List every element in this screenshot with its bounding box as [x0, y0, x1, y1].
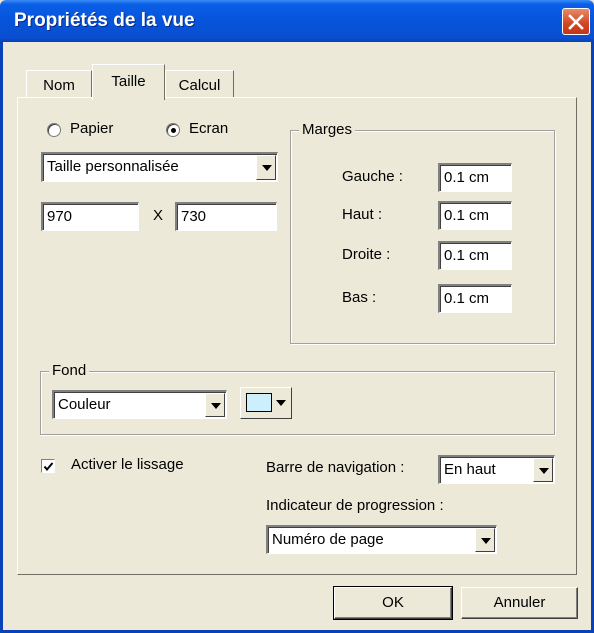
width-value: 970	[47, 208, 73, 225]
checkmark-icon	[43, 462, 54, 472]
margin-right-value: 0.1 cm	[444, 247, 490, 264]
size-preset-value: Taille personnalisée	[47, 158, 179, 175]
progress-dropdown[interactable]: Numéro de page	[266, 525, 497, 554]
margin-left-input[interactable]: 0.1 cm	[438, 163, 512, 192]
progress-value: Numéro de page	[272, 531, 384, 548]
margin-right-label: Droite :	[342, 246, 391, 263]
panel-content: Papier Ecran Taille personnalisée 970 X …	[0, 0, 594, 633]
chevron-down-icon	[276, 400, 286, 406]
margin-bottom-label: Bas :	[342, 289, 377, 306]
height-value: 730	[181, 208, 207, 225]
times-label: X	[153, 207, 164, 224]
background-group-title: Fond	[49, 362, 90, 379]
margins-group-title: Marges	[299, 121, 356, 138]
background-type-value: Couleur	[58, 396, 111, 413]
cancel-button[interactable]: Annuler	[461, 587, 578, 619]
progress-label: Indicateur de progression :	[266, 497, 444, 514]
background-type-dropdown[interactable]: Couleur	[52, 390, 227, 419]
chevron-down-icon[interactable]	[256, 155, 276, 180]
margin-top-value: 0.1 cm	[444, 207, 490, 224]
radio-screen[interactable]	[166, 123, 180, 137]
radio-screen-label: Ecran	[189, 120, 229, 137]
navigation-value: En haut	[444, 461, 496, 478]
navigation-label: Barre de navigation :	[266, 459, 405, 476]
smoothing-checkbox[interactable]	[41, 459, 55, 473]
margin-left-value: 0.1 cm	[444, 169, 490, 186]
margin-bottom-value: 0.1 cm	[444, 290, 490, 307]
height-input[interactable]: 730	[175, 202, 277, 231]
chevron-down-icon[interactable]	[475, 528, 495, 552]
margin-bottom-input[interactable]: 0.1 cm	[438, 284, 512, 313]
margins-group: Marges	[290, 121, 555, 344]
radio-paper-label: Papier	[70, 120, 114, 137]
size-preset-dropdown[interactable]: Taille personnalisée	[41, 152, 278, 182]
color-swatch	[246, 393, 272, 412]
margin-right-input[interactable]: 0.1 cm	[438, 241, 512, 270]
width-input[interactable]: 970	[41, 202, 139, 231]
chevron-down-icon[interactable]	[533, 458, 553, 482]
smoothing-label: Activer le lissage	[71, 456, 184, 473]
radio-paper[interactable]	[47, 123, 61, 137]
margin-left-label: Gauche :	[342, 168, 403, 185]
ok-button[interactable]: OK	[333, 586, 453, 620]
chevron-down-icon[interactable]	[205, 393, 225, 417]
navigation-dropdown[interactable]: En haut	[438, 455, 555, 484]
background-color-picker[interactable]	[240, 387, 292, 419]
margin-top-label: Haut :	[342, 206, 383, 223]
margin-top-input[interactable]: 0.1 cm	[438, 201, 512, 230]
